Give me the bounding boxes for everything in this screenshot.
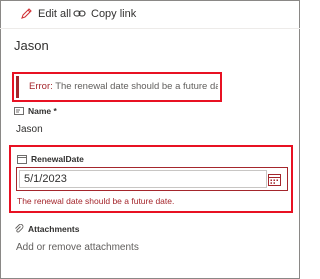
link-icon	[73, 7, 86, 20]
date-picker-calendar-icon[interactable]	[268, 173, 281, 186]
attachments-label-text: Attachments	[28, 224, 80, 234]
renewal-date-text-box[interactable]: 5/1/2023	[19, 170, 267, 188]
error-prefix: Error:	[29, 81, 53, 92]
attachments-label: Attachments	[14, 223, 80, 234]
error-message: Error: The renewal date should be a futu…	[16, 76, 218, 98]
text-field-icon	[14, 106, 24, 116]
renewal-date-label: RenewalDate	[17, 154, 84, 164]
edit-all-label: Edit all	[38, 7, 72, 20]
calendar-icon	[17, 154, 27, 164]
add-remove-attachments-link[interactable]: Add or remove attachments	[16, 242, 139, 253]
renewal-date-field: RenewalDate 5/1/2023 The renewal date sh…	[9, 145, 293, 213]
pencil-icon	[20, 7, 33, 20]
renewal-date-error: The renewal date should be a future date…	[17, 196, 175, 206]
renewal-date-value[interactable]: 5/1/2023	[24, 173, 67, 185]
record-title: Jason	[14, 38, 49, 53]
name-label-text: Name *	[28, 106, 57, 116]
toolbar: Edit all Copy link	[0, 0, 300, 29]
renewal-date-input[interactable]: 5/1/2023	[16, 167, 288, 191]
error-text: The renewal date should be a future date…	[52, 81, 218, 92]
copy-link-label: Copy link	[91, 7, 137, 20]
name-field-label: Name *	[14, 106, 57, 116]
renewal-date-label-text: RenewalDate	[31, 154, 84, 164]
name-value[interactable]: Jason	[16, 124, 43, 135]
copy-link-button[interactable]: Copy link	[73, 7, 136, 20]
error-banner: Error: The renewal date should be a futu…	[12, 72, 222, 102]
edit-all-button[interactable]: Edit all	[20, 7, 71, 20]
paperclip-icon	[14, 223, 24, 234]
